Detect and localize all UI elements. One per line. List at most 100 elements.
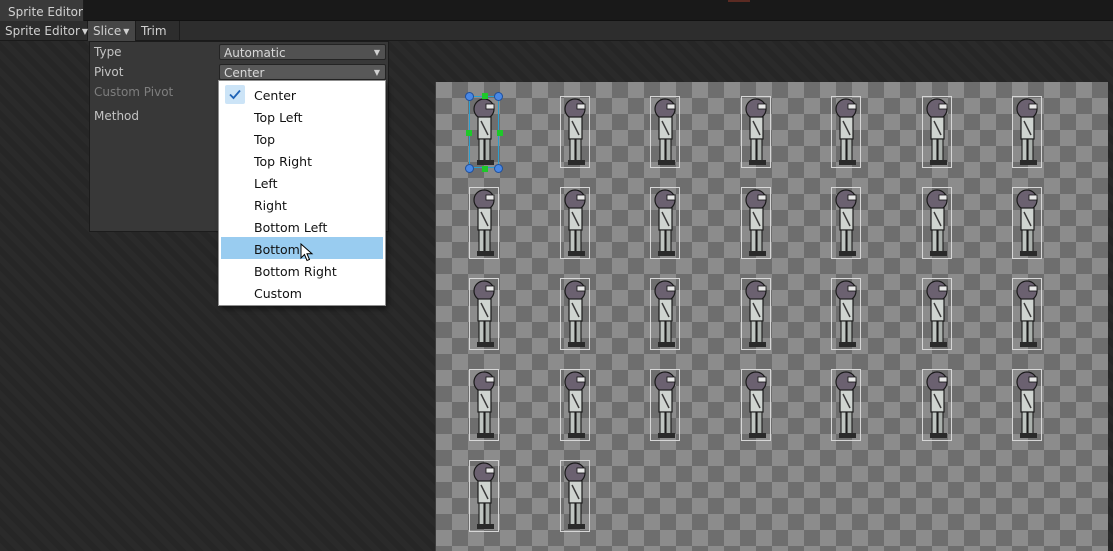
type-select[interactable]: Automatic ▼ xyxy=(219,44,386,60)
sprite-slice[interactable] xyxy=(469,460,499,532)
pivot-option-label: Top Left xyxy=(254,110,303,125)
mouse-cursor-icon xyxy=(300,242,314,266)
sprite-figure xyxy=(835,189,857,256)
sprite-slice[interactable] xyxy=(922,278,952,350)
sprite-slice[interactable] xyxy=(650,96,680,168)
sprite-slice[interactable] xyxy=(831,187,861,259)
sprite-figure xyxy=(1016,280,1038,347)
sprite-slice[interactable] xyxy=(650,187,680,259)
sprite-figure xyxy=(564,462,586,529)
sprite-figure xyxy=(835,280,857,347)
sprite-figure xyxy=(926,371,948,438)
chevron-down-icon: ▼ xyxy=(123,27,130,36)
resize-handle-corner[interactable] xyxy=(465,92,474,101)
sprite-slice[interactable] xyxy=(465,92,503,173)
sprite-slice[interactable] xyxy=(831,278,861,350)
sprite-figure xyxy=(745,371,767,438)
sprite-figure xyxy=(473,462,495,529)
pivot-option-bottom-left[interactable]: Bottom Left xyxy=(221,215,383,237)
sprite-slice[interactable] xyxy=(1012,187,1042,259)
sprite-slice[interactable] xyxy=(560,187,590,259)
type-select-value: Automatic xyxy=(224,46,286,60)
sprite-editor-menu-label: Sprite Editor xyxy=(5,24,80,38)
type-label: Type xyxy=(94,45,122,59)
resize-handle-edge[interactable] xyxy=(466,130,472,136)
checkmark-icon xyxy=(225,85,245,104)
pivot-option-top[interactable]: Top xyxy=(221,127,383,149)
pivot-select-value: Center xyxy=(224,66,265,80)
sprite-slice[interactable] xyxy=(741,187,771,259)
sprite-figure xyxy=(1016,371,1038,438)
sprite-slice[interactable] xyxy=(650,278,680,350)
sprite-slice[interactable] xyxy=(1012,96,1042,168)
sprite-slice[interactable] xyxy=(1012,278,1042,350)
dropdown-arrow-icon: ▼ xyxy=(373,68,380,77)
sprite-figure xyxy=(835,371,857,438)
sprite-slice[interactable] xyxy=(560,460,590,532)
pivot-option-label: Center xyxy=(254,88,297,103)
tab-accent xyxy=(728,0,750,2)
sprite-slice[interactable] xyxy=(741,369,771,441)
pivot-option-label: Bottom Right xyxy=(254,264,337,279)
sprite-figure xyxy=(745,280,767,347)
resize-handle-corner[interactable] xyxy=(494,164,503,173)
slice-button[interactable]: Slice ▼ xyxy=(88,21,136,41)
sprite-sheet-canvas[interactable] xyxy=(435,82,1108,551)
sprite-slice[interactable] xyxy=(741,96,771,168)
sprite-figure xyxy=(564,189,586,256)
sprite-slice[interactable] xyxy=(922,96,952,168)
sprite-slice[interactable] xyxy=(469,187,499,259)
sprite-slice[interactable] xyxy=(922,187,952,259)
sprite-slice[interactable] xyxy=(650,369,680,441)
trim-button[interactable]: Trim xyxy=(136,21,180,41)
sprite-figure xyxy=(654,371,676,438)
resize-handle-corner[interactable] xyxy=(494,92,503,101)
sprite-figure xyxy=(473,371,495,438)
sprite-slice[interactable] xyxy=(741,278,771,350)
resize-handle-edge[interactable] xyxy=(482,93,488,99)
sprite-figure xyxy=(564,98,586,165)
sprite-slice[interactable] xyxy=(469,278,499,350)
pivot-option-label: Bottom xyxy=(254,242,300,257)
sprite-figure xyxy=(926,280,948,347)
sprite-slice[interactable] xyxy=(560,278,590,350)
pivot-option-label: Top Right xyxy=(254,154,312,169)
pivot-option-label: Bottom Left xyxy=(254,220,328,235)
sprite-slice[interactable] xyxy=(560,369,590,441)
sprite-figure xyxy=(1016,98,1038,165)
sprite-slice[interactable] xyxy=(922,369,952,441)
resize-handle-edge[interactable] xyxy=(482,166,488,172)
resize-handle-corner[interactable] xyxy=(465,164,474,173)
sprite-figure xyxy=(473,98,495,165)
pivot-option-right[interactable]: Right xyxy=(221,193,383,215)
sprite-figure xyxy=(473,280,495,347)
pivot-option-label: Right xyxy=(254,198,287,213)
sprite-figure xyxy=(654,280,676,347)
pivot-label: Pivot xyxy=(94,65,124,79)
sprite-editor-menu-button[interactable]: Sprite Editor ▼ xyxy=(0,21,88,41)
pivot-select[interactable]: Center ▼ xyxy=(219,64,386,80)
pivot-option-top-right[interactable]: Top Right xyxy=(221,149,383,171)
sprite-slice[interactable] xyxy=(1012,369,1042,441)
sprite-figure xyxy=(745,98,767,165)
sprite-editor-tab[interactable]: Sprite Editor xyxy=(0,0,84,22)
pivot-option-label: Custom xyxy=(254,286,302,301)
sprite-figure xyxy=(564,280,586,347)
pivot-option-top-left[interactable]: Top Left xyxy=(221,105,383,127)
resize-handle-edge[interactable] xyxy=(497,130,503,136)
dropdown-arrow-icon: ▼ xyxy=(373,48,380,57)
custom-pivot-label: Custom Pivot xyxy=(94,85,174,99)
pivot-option-left[interactable]: Left xyxy=(221,171,383,193)
window-tab-bar: Sprite Editor xyxy=(0,0,1113,22)
editor-toolbar: Sprite Editor ▼ Slice ▼ Trim xyxy=(0,21,1113,41)
sprite-slice[interactable] xyxy=(560,96,590,168)
pivot-option-center[interactable]: Center xyxy=(221,83,383,105)
pivot-option-custom[interactable]: Custom xyxy=(221,281,383,303)
sprite-figure xyxy=(835,98,857,165)
sprite-slice[interactable] xyxy=(831,96,861,168)
sprite-slice[interactable] xyxy=(469,369,499,441)
sprite-figure xyxy=(1016,189,1038,256)
sprite-figure xyxy=(745,189,767,256)
sprite-slice[interactable] xyxy=(831,369,861,441)
method-label: Method xyxy=(94,109,140,123)
